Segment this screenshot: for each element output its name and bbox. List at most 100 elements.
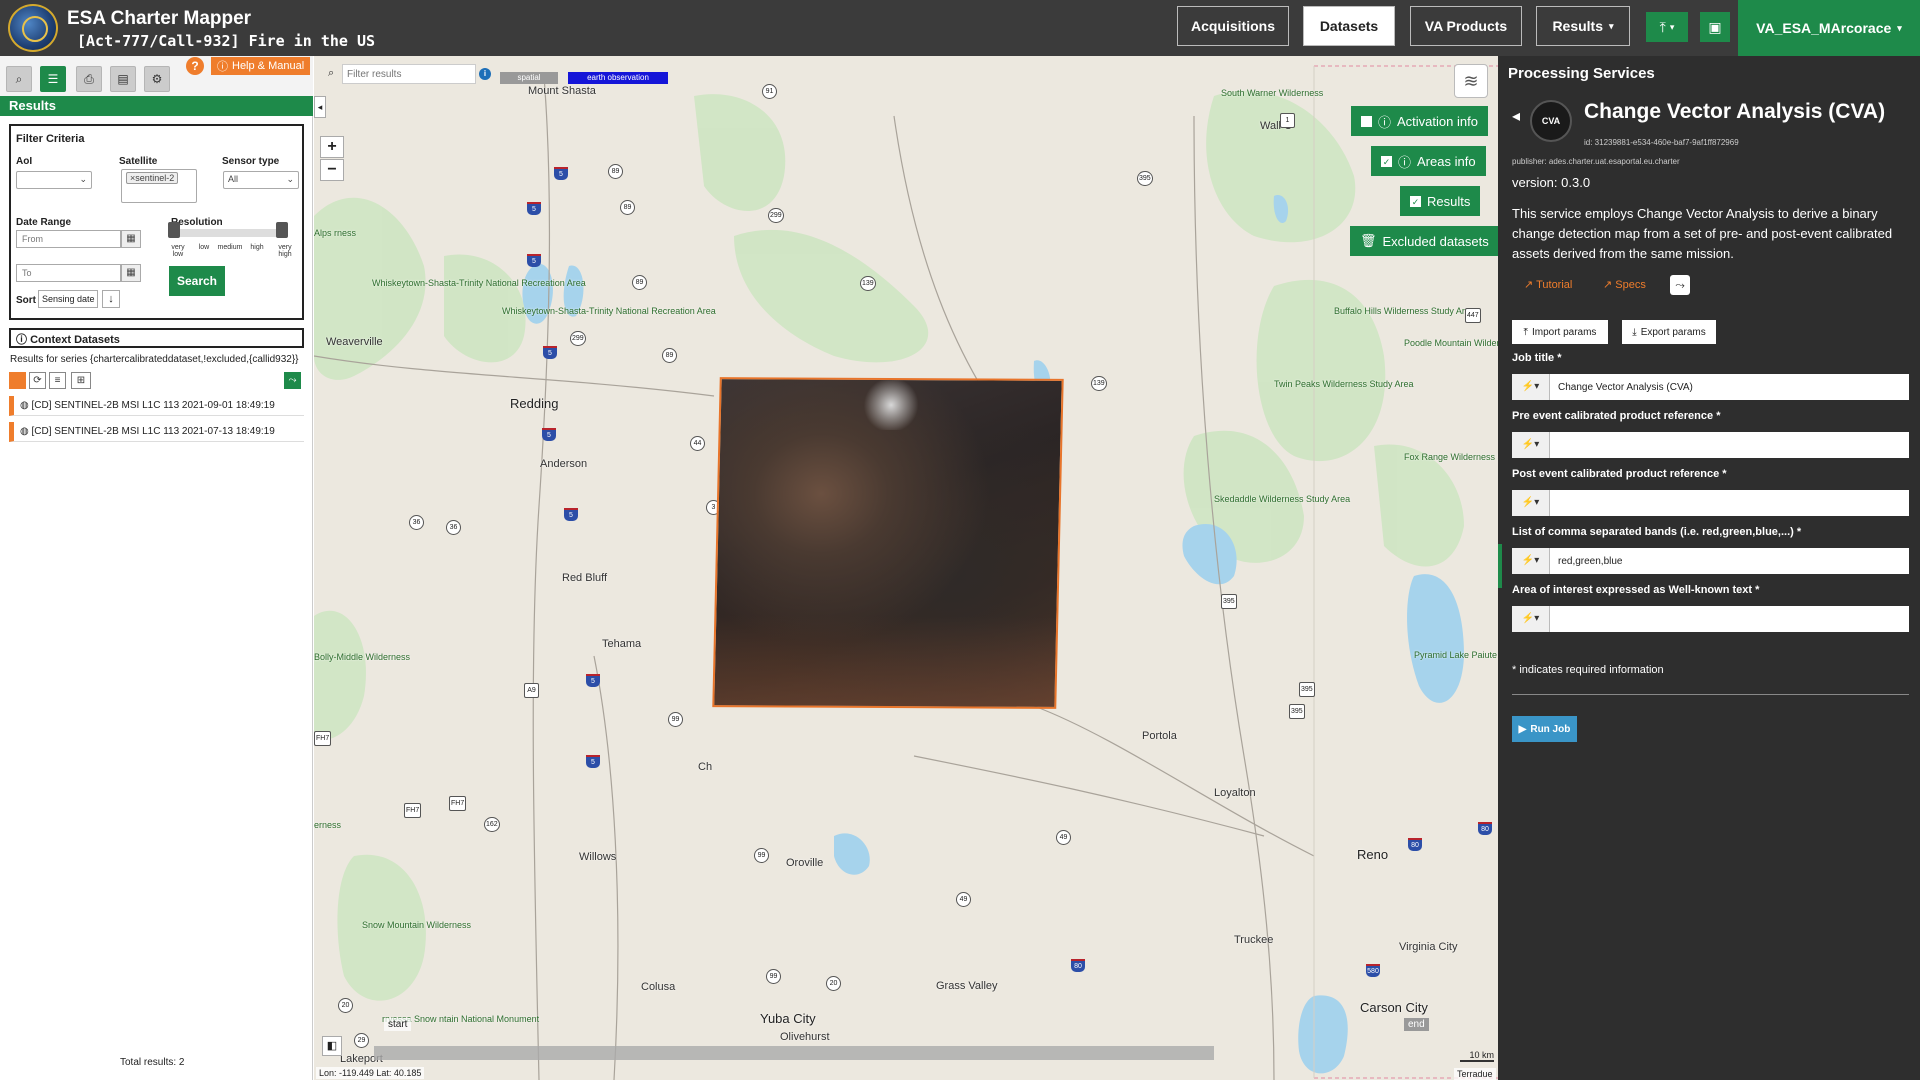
- magic-wand-icon[interactable]: ⚡▾: [1512, 432, 1550, 458]
- param-label-aoi: Area of interest expressed as Well-known…: [1512, 584, 1760, 596]
- nav-datasets[interactable]: Datasets: [1303, 6, 1395, 46]
- date-to-input[interactable]: To: [16, 264, 121, 282]
- help-question-icon[interactable]: ?: [186, 57, 204, 75]
- dataset-item[interactable]: ◍ [CD] SENTINEL-2B MSI L1C 113 2021-09-0…: [9, 396, 304, 416]
- route-shield: 89: [620, 200, 635, 215]
- calendar-from-icon[interactable]: ▦: [121, 230, 141, 248]
- activation-info-button[interactable]: ⓘ Activation info: [1351, 106, 1488, 136]
- magic-wand-icon[interactable]: ⚡▾: [1512, 606, 1550, 632]
- briefcase-button[interactable]: ▣: [1700, 12, 1730, 42]
- dataset-item[interactable]: ◍ [CD] SENTINEL-2B MSI L1C 113 2021-07-1…: [9, 422, 304, 442]
- zoom-in-button[interactable]: +: [320, 136, 344, 158]
- upload-button[interactable]: ⤒ ▾: [1646, 12, 1688, 42]
- sensor-type-select[interactable]: All ⌄: [223, 171, 299, 189]
- total-results: Total results: 2: [120, 1057, 185, 1068]
- context-datasets-header[interactable]: ⓘ Context Datasets: [9, 328, 304, 348]
- place-label: Red Bluff: [562, 572, 608, 584]
- archive-button[interactable]: ▤: [110, 66, 136, 92]
- sort-direction-arrow-icon[interactable]: ↓: [102, 290, 120, 308]
- calendar-to-icon[interactable]: ▦: [121, 264, 141, 282]
- results-list-button[interactable]: ☰: [40, 66, 66, 92]
- resolution-max-handle[interactable]: [276, 222, 288, 238]
- timeline-bar[interactable]: [374, 1046, 1214, 1060]
- esa-charter-logo[interactable]: [8, 4, 58, 52]
- nav-results[interactable]: Results ▾: [1536, 6, 1630, 46]
- nav-va-products[interactable]: VA Products: [1410, 6, 1522, 46]
- nav-acquisitions[interactable]: Acquisitions: [1177, 6, 1289, 46]
- results-checkbox[interactable]: ✓: [1410, 195, 1421, 207]
- resolution-tick-high: high: [250, 244, 264, 251]
- satellite-select[interactable]: ×sentinel-2: [121, 169, 197, 203]
- export-params-button[interactable]: ⤓ Export params: [1622, 320, 1716, 344]
- share-icon[interactable]: ⤳: [284, 372, 301, 389]
- tag-spatial[interactable]: spatial: [500, 72, 558, 84]
- scale-bar: 10 km: [1460, 1050, 1494, 1062]
- specs-link[interactable]: ↗ Specs: [1603, 278, 1646, 291]
- select-all-checkbox[interactable]: [9, 372, 26, 389]
- resolution-tick-very-low: very low: [171, 244, 185, 258]
- satellite-chip[interactable]: ×sentinel-2: [126, 172, 179, 184]
- magic-wand-icon[interactable]: ⚡▾: [1512, 490, 1550, 516]
- bands-input[interactable]: [1550, 548, 1909, 574]
- aoi-wkt-input[interactable]: [1550, 606, 1909, 632]
- resolution-slider[interactable]: [168, 222, 288, 238]
- print-button[interactable]: ⎙: [76, 66, 102, 92]
- job-title-input[interactable]: [1550, 374, 1909, 400]
- map-view[interactable]: Mount Shasta South Warner Wilderness Wal…: [314, 56, 1498, 1080]
- activation-checkbox[interactable]: [1361, 115, 1372, 127]
- app-window: { "header": { "app_title": "ESA Charter …: [0, 0, 1920, 1080]
- list-view-icon[interactable]: ≡: [49, 372, 66, 389]
- search-tool-button[interactable]: ⌕: [6, 66, 32, 92]
- interstate-shield: 80: [1071, 959, 1085, 972]
- help-manual-button[interactable]: ⓘ Help & Manual: [211, 57, 311, 75]
- place-label: Truckee: [1234, 934, 1274, 946]
- route-shield: 299: [768, 208, 784, 223]
- place-label: Pyramid Lake Paiute Reservation: [1414, 650, 1498, 660]
- filter-results-input[interactable]: [342, 64, 476, 84]
- place-label: Redding: [510, 396, 559, 411]
- service-version: version: 0.3.0: [1512, 175, 1591, 190]
- sort-select[interactable]: Sensing date: [38, 290, 98, 308]
- place-label: Portola: [1142, 730, 1177, 742]
- tag-earth-observation[interactable]: earth observation: [568, 72, 668, 84]
- basket-icon[interactable]: ⊞: [71, 372, 91, 389]
- route-shield: 36: [446, 520, 461, 535]
- zoom-out-button[interactable]: −: [320, 159, 344, 181]
- user-menu[interactable]: VA_ESA_MArcorace ▾: [1738, 0, 1920, 56]
- tutorial-link[interactable]: ↗ Tutorial: [1524, 278, 1572, 291]
- route-shield: 44: [690, 436, 705, 451]
- param-label-post-event: Post event calibrated product reference …: [1512, 468, 1727, 480]
- resolution-min-handle[interactable]: [168, 222, 180, 238]
- info-icon[interactable]: i: [479, 68, 491, 80]
- satellite-image-footprint[interactable]: [712, 377, 1064, 709]
- route-shield: 20: [826, 976, 841, 991]
- collapse-left-panel-icon[interactable]: ◂: [314, 96, 326, 118]
- list-tools: ⟳ ≡ ⊞ ⤳: [9, 372, 304, 392]
- refresh-icon[interactable]: ⟳: [29, 372, 46, 389]
- layers-control[interactable]: ≋: [1454, 64, 1488, 98]
- chevron-down-icon: ⌄: [286, 174, 294, 184]
- left-panel: ⌕ ☰ ⎙ ▤ ⚙ ? ⓘ Help & Manual Results Filte…: [0, 56, 313, 1080]
- magic-wand-icon[interactable]: ⚡▾: [1512, 548, 1550, 574]
- param-field-job-title: ⚡▾: [1512, 374, 1909, 400]
- excluded-datasets-button[interactable]: 🗑 Excluded datasets: [1350, 226, 1498, 256]
- run-job-button[interactable]: ▶ Run Job: [1512, 716, 1577, 742]
- results-layer-button[interactable]: ✓ Results: [1400, 186, 1481, 216]
- param-field-pre-event: ⚡▾: [1512, 432, 1909, 458]
- import-params-button[interactable]: ⤒ Import params: [1512, 320, 1608, 344]
- place-label: South Warner Wilderness: [1221, 88, 1324, 98]
- place-label: Whiskeytown-Shasta-Trinity National Recr…: [372, 278, 586, 288]
- date-from-input[interactable]: From: [16, 230, 121, 248]
- magic-wand-icon[interactable]: ⚡▾: [1512, 374, 1550, 400]
- post-event-input[interactable]: [1550, 490, 1909, 516]
- share-icon[interactable]: ⤳: [1670, 275, 1690, 295]
- pre-event-input[interactable]: [1550, 432, 1909, 458]
- areas-checkbox[interactable]: ✓: [1381, 155, 1392, 167]
- back-arrow-icon[interactable]: ◂: [1512, 106, 1520, 126]
- map-layer-toggle-icon[interactable]: ◧: [322, 1036, 342, 1056]
- settings-button[interactable]: ⚙: [144, 66, 170, 92]
- interstate-shield: 5: [586, 755, 600, 768]
- search-button[interactable]: Search: [169, 266, 225, 296]
- aoi-select[interactable]: ⌄: [16, 171, 92, 189]
- areas-info-button[interactable]: ✓ ⓘ Areas info: [1371, 146, 1486, 176]
